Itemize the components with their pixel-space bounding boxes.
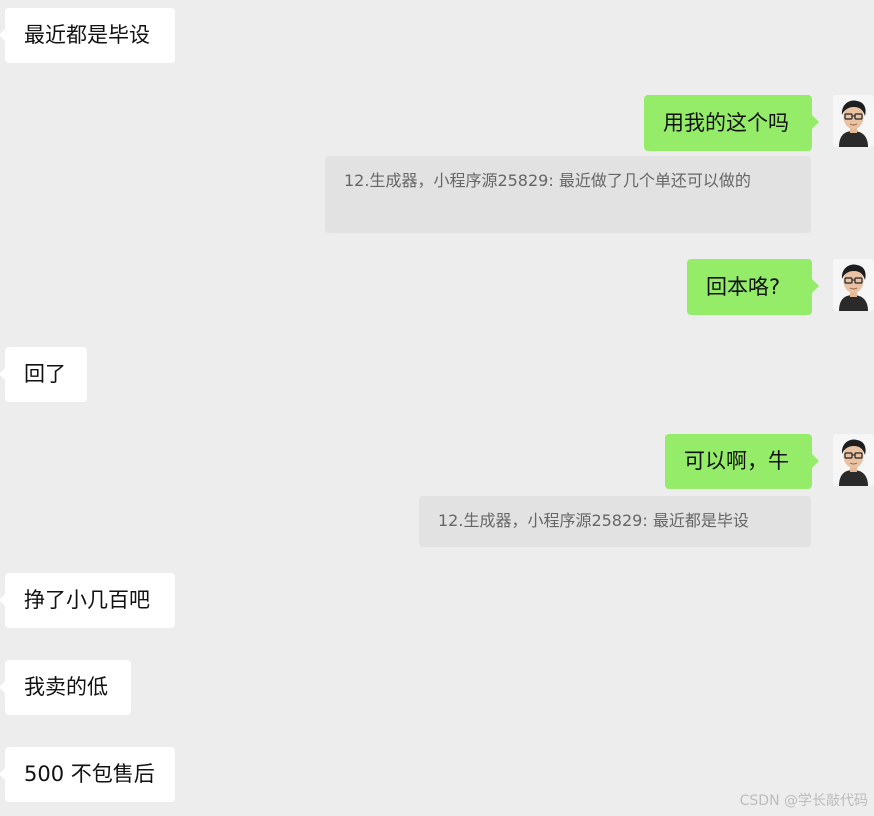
incoming-message-bubble[interactable]: 最近都是毕设 bbox=[0, 8, 175, 63]
watermark: CSDN @学长敲代码 bbox=[739, 793, 868, 809]
incoming-message-bubble[interactable]: 挣了小几百吧 bbox=[0, 573, 175, 628]
message-text: 挣了小几百吧 bbox=[24, 588, 150, 612]
quoted-message[interactable]: 12.生成器，小程序源25829: 最近都是毕设 bbox=[419, 496, 811, 547]
quoted-message[interactable]: 12.生成器，小程序源25829: 最近做了几个单还可以做的 bbox=[325, 156, 811, 233]
message-text: 500 不包售后 bbox=[24, 762, 155, 786]
quoted-message-text: 12.生成器，小程序源25829: 最近做了几个单还可以做的 bbox=[344, 171, 751, 190]
message-text: 回了 bbox=[24, 362, 66, 386]
avatar-icon[interactable] bbox=[833, 434, 874, 486]
avatar-icon[interactable] bbox=[833, 259, 874, 311]
outgoing-message-bubble[interactable]: 回本咯? bbox=[687, 259, 819, 315]
message-text: 我卖的低 bbox=[24, 675, 108, 699]
avatar-icon[interactable] bbox=[833, 95, 874, 147]
incoming-message-bubble[interactable]: 回了 bbox=[0, 347, 87, 402]
message-text: 最近都是毕设 bbox=[24, 23, 150, 47]
message-text: 回本咯? bbox=[706, 275, 781, 299]
quoted-message-text: 12.生成器，小程序源25829: 最近都是毕设 bbox=[438, 511, 749, 530]
incoming-message-bubble[interactable]: 我卖的低 bbox=[0, 660, 131, 715]
outgoing-message-bubble[interactable]: 用我的这个吗 bbox=[644, 95, 819, 151]
message-text: 可以啊，牛 bbox=[684, 449, 789, 473]
outgoing-message-bubble[interactable]: 可以啊，牛 bbox=[665, 434, 819, 489]
message-text: 用我的这个吗 bbox=[663, 111, 789, 135]
incoming-message-bubble[interactable]: 500 不包售后 bbox=[0, 747, 175, 802]
